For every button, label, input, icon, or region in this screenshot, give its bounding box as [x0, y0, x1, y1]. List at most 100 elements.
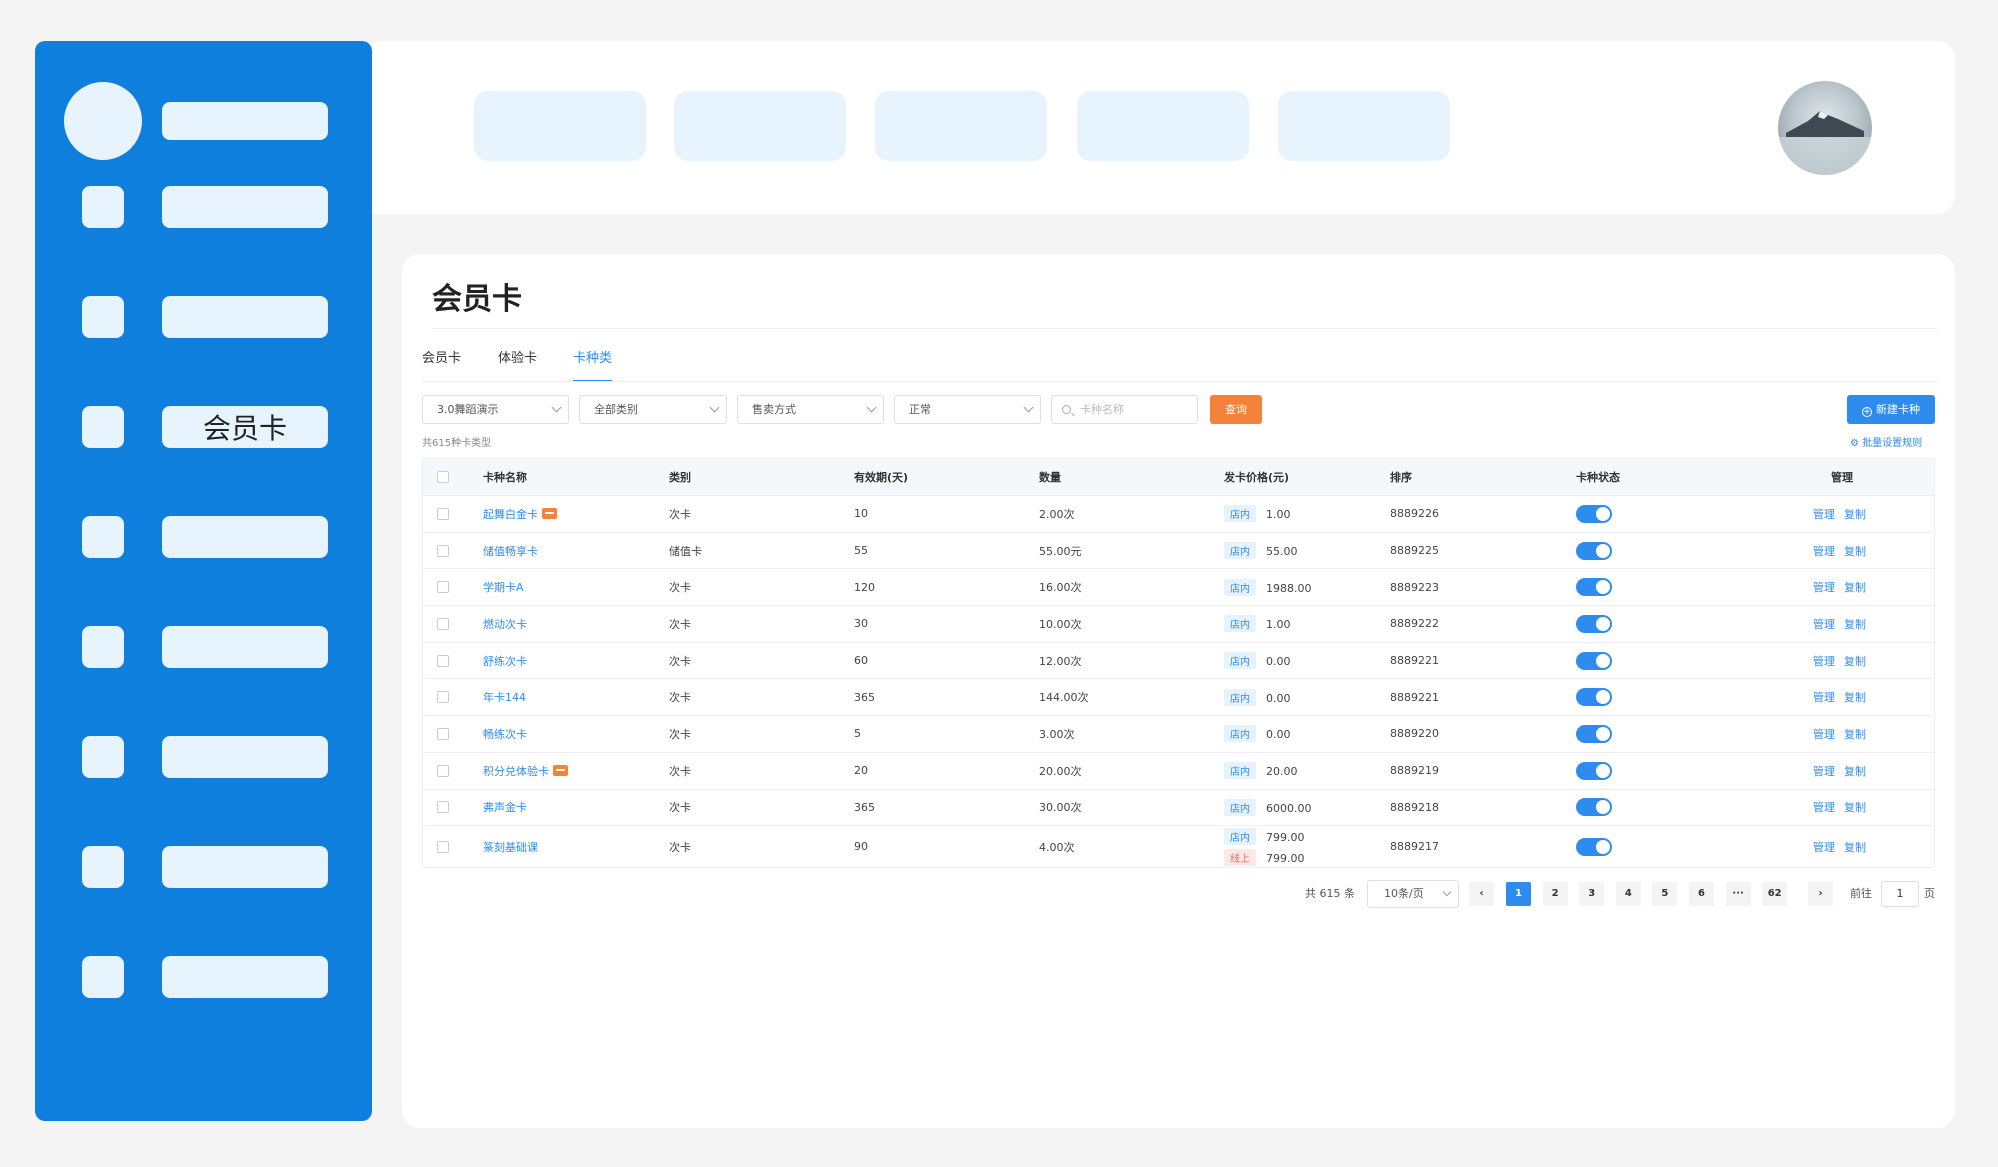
sidebar-item-3[interactable]: 会员卡 — [35, 406, 372, 448]
top-nav-tab-2[interactable] — [674, 91, 846, 161]
page-button[interactable]: 1 — [1506, 882, 1531, 906]
top-nav-tab-1[interactable] — [474, 91, 646, 161]
manage-link[interactable]: 管理 — [1813, 839, 1835, 855]
page-button[interactable]: 3 — [1579, 882, 1605, 906]
status-toggle[interactable] — [1576, 688, 1612, 707]
card-name-link[interactable]: 舒练次卡 — [483, 653, 527, 669]
sidebar-item-5[interactable] — [35, 626, 372, 668]
status-select[interactable]: 正常 — [894, 395, 1041, 424]
copy-link[interactable]: 复制 — [1844, 726, 1866, 742]
status-toggle[interactable] — [1576, 541, 1612, 560]
page-button[interactable]: 2 — [1542, 882, 1568, 906]
new-card-type-button[interactable]: + 新建卡种 — [1847, 395, 1935, 424]
card-name-search-input[interactable]: 卡种名称 — [1051, 395, 1198, 424]
sidebar-item-8[interactable] — [35, 956, 372, 998]
copy-link[interactable]: 复制 — [1844, 579, 1866, 595]
row-checkbox[interactable] — [437, 727, 449, 740]
sort-cell: 8889217 — [1390, 840, 1439, 854]
user-avatar[interactable] — [1778, 81, 1872, 175]
prev-page-button[interactable]: ‹ — [1469, 882, 1494, 906]
query-button[interactable]: 查询 — [1210, 395, 1262, 424]
manage-link[interactable]: 管理 — [1813, 506, 1835, 522]
status-toggle[interactable] — [1576, 614, 1612, 633]
card-name-link[interactable]: 篆刻基础课 — [483, 839, 538, 855]
copy-link[interactable]: 复制 — [1844, 799, 1866, 815]
plus-circle-icon: + — [1862, 407, 1872, 417]
sidebar-item-6[interactable] — [35, 736, 372, 778]
tab-card-types[interactable]: 卡种类 — [573, 346, 613, 382]
card-name-link[interactable]: 弗声金卡 — [483, 799, 527, 815]
page-button[interactable]: 5 — [1652, 882, 1678, 906]
manage-link[interactable]: 管理 — [1813, 763, 1835, 779]
sale-method-select[interactable]: 售卖方式 — [737, 395, 884, 424]
page-suffix: 页 — [1924, 887, 1935, 900]
page-button[interactable]: 6 — [1689, 882, 1714, 906]
status-toggle[interactable] — [1576, 798, 1612, 817]
copy-link[interactable]: 复制 — [1844, 689, 1866, 705]
copy-link[interactable]: 复制 — [1844, 506, 1866, 522]
status-toggle[interactable] — [1576, 651, 1612, 670]
manage-link[interactable]: 管理 — [1813, 543, 1835, 559]
goto-page-input[interactable]: 1 — [1881, 881, 1919, 907]
validity-cell: 30 — [854, 617, 868, 631]
top-nav-tab-3[interactable] — [875, 91, 1047, 161]
row-checkbox[interactable] — [437, 544, 449, 557]
copy-link[interactable]: 复制 — [1844, 543, 1866, 559]
sidebar-item-4[interactable] — [35, 516, 372, 558]
manage-link[interactable]: 管理 — [1813, 653, 1835, 669]
tab-member-card[interactable]: 会员卡 — [422, 346, 461, 382]
page-button[interactable]: 62 — [1762, 882, 1788, 906]
card-name-link[interactable]: 起舞白金卡 — [483, 506, 538, 522]
copy-link[interactable]: 复制 — [1844, 653, 1866, 669]
status-toggle[interactable] — [1576, 504, 1612, 523]
copy-link[interactable]: 复制 — [1844, 616, 1866, 632]
card-name-link[interactable]: 学期卡A — [483, 579, 524, 595]
row-checkbox[interactable] — [437, 801, 449, 814]
manage-link[interactable]: 管理 — [1813, 616, 1835, 632]
next-page-button[interactable]: › — [1808, 882, 1833, 906]
card-name-link[interactable]: 畅练次卡 — [483, 726, 527, 742]
row-checkbox[interactable] — [437, 840, 449, 853]
manage-link[interactable]: 管理 — [1813, 689, 1835, 705]
manage-link[interactable]: 管理 — [1813, 579, 1835, 595]
card-name-link[interactable]: 燃动次卡 — [483, 616, 527, 632]
card-name-link[interactable]: 储值畅享卡 — [483, 543, 538, 559]
select-all-checkbox[interactable] — [437, 471, 449, 483]
top-nav-tab-5[interactable] — [1278, 91, 1450, 161]
tab-trial-card[interactable]: 体验卡 — [498, 346, 537, 382]
row-checkbox[interactable] — [437, 691, 449, 704]
row-checkbox[interactable] — [437, 654, 449, 667]
category-select[interactable]: 全部类别 — [579, 395, 727, 424]
row-checkbox[interactable] — [437, 581, 449, 594]
manage-link[interactable]: 管理 — [1813, 726, 1835, 742]
price-value: 799.00 — [1266, 851, 1305, 865]
studio-select[interactable]: 3.0舞蹈演示 — [422, 395, 569, 424]
channel-badge: 店内 — [1224, 762, 1256, 780]
row-checkbox[interactable] — [437, 764, 449, 777]
pagination-total: 共 615 条 — [1305, 887, 1355, 900]
sidebar-item-7[interactable] — [35, 846, 372, 888]
status-toggle[interactable] — [1576, 578, 1612, 597]
page-size-select[interactable]: 10条/页 — [1367, 880, 1459, 908]
card-name-link[interactable]: 积分兑体验卡 — [483, 763, 549, 779]
row-checkbox[interactable] — [437, 617, 449, 630]
pagination-ellipsis[interactable]: ··· — [1725, 882, 1751, 906]
sidebar-item-2[interactable] — [35, 296, 372, 338]
copy-link[interactable]: 复制 — [1844, 839, 1866, 855]
validity-cell: 20 — [854, 764, 868, 778]
manage-link[interactable]: 管理 — [1813, 799, 1835, 815]
batch-rules-link[interactable]: ⚙ 批量设置规则 — [1850, 434, 1922, 449]
page-button[interactable]: 4 — [1615, 882, 1641, 906]
pagination: 共 615 条 10条/页 ‹ 1 2 3 4 5 6 ··· 62 › 前往 1 页 — [402, 880, 1955, 910]
ops-cell: 管理 复制 — [1813, 790, 1875, 826]
sidebar-item-1[interactable] — [35, 186, 372, 228]
card-name-link[interactable]: 年卡144 — [483, 689, 526, 705]
status-toggle[interactable] — [1576, 837, 1612, 856]
copy-link[interactable]: 复制 — [1844, 763, 1866, 779]
status-toggle[interactable] — [1576, 724, 1612, 743]
top-bar — [372, 41, 1955, 214]
price-cell: 店内 0.00 — [1224, 643, 1291, 679]
top-nav-tab-4[interactable] — [1077, 91, 1249, 161]
status-toggle[interactable] — [1576, 761, 1612, 780]
row-checkbox[interactable] — [437, 507, 449, 520]
